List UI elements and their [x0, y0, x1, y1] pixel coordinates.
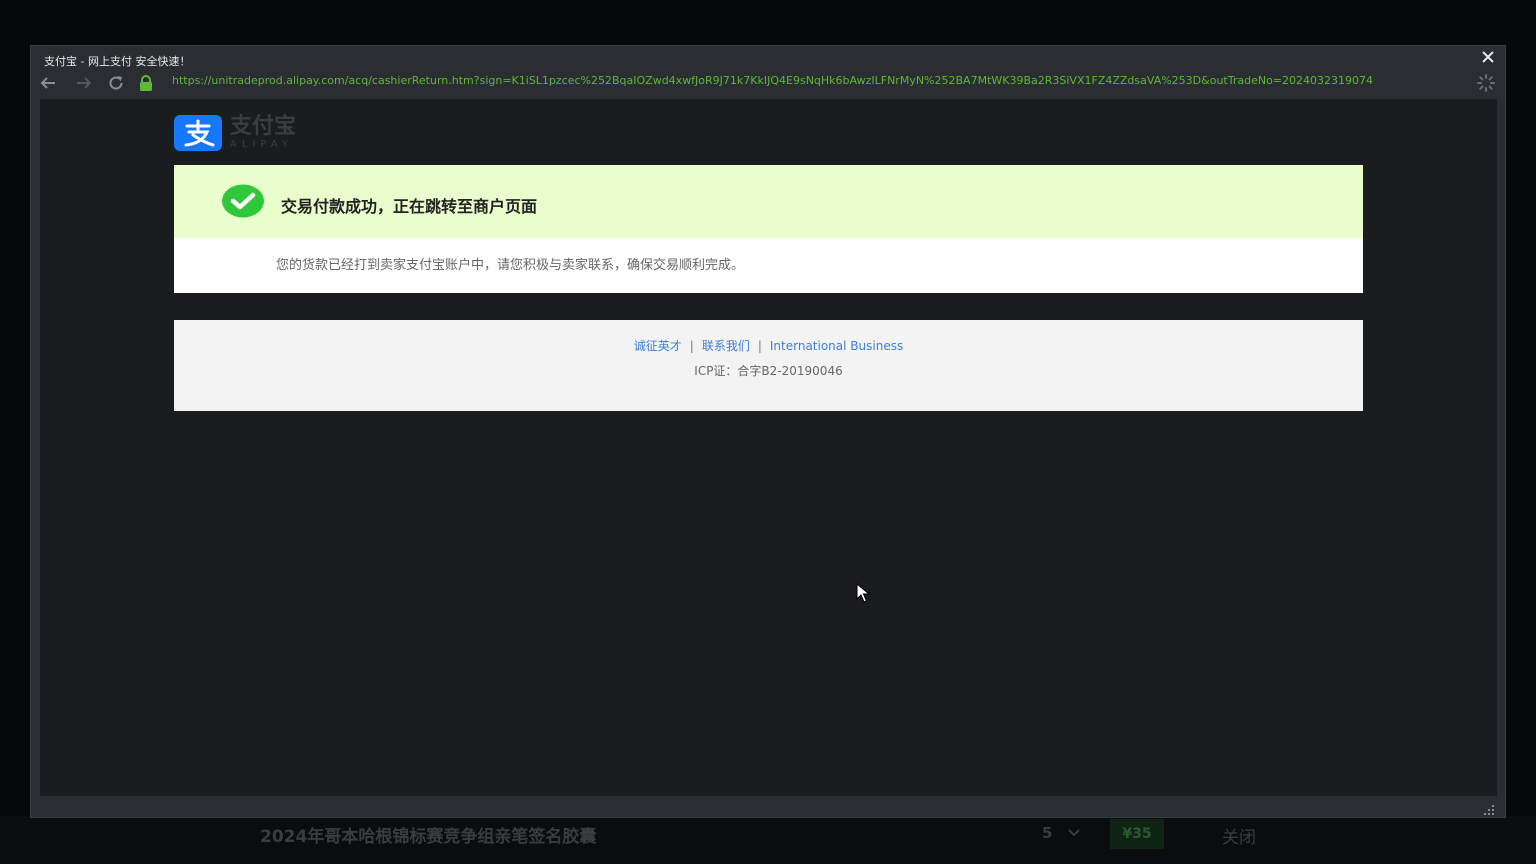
footer-link-international[interactable]: International Business: [770, 339, 903, 353]
alipay-logo: 支付宝 ALIPAY: [174, 113, 296, 153]
footer-link-contact[interactable]: 联系我们: [702, 339, 750, 353]
success-message: 您的货款已经打到卖家支付宝账户中，请您积极与卖家联系，确保交易顺利完成。: [276, 258, 745, 273]
success-header: 交易付款成功，正在跳转至商户页面: [174, 165, 1363, 238]
background-bottom-bar: [0, 816, 1536, 864]
background-close-button: 关闭: [1222, 828, 1256, 848]
page-viewport: 支付宝 ALIPAY 交易付款成功，正在跳转至商户页面 您的货款已经打到卖家支付…: [40, 99, 1497, 796]
window-title: 支付宝 - 网上支付 安全快速！: [44, 55, 191, 68]
lock-icon: [140, 75, 152, 91]
footer-link-careers[interactable]: 诚征英才: [634, 339, 682, 353]
navigation-bar: https://unitradeprod.alipay.com/acq/cash…: [31, 70, 1505, 98]
reload-icon: [109, 76, 123, 90]
secure-connection-indicator[interactable]: [135, 72, 157, 94]
page-footer: 诚征英才 | 联系我们 | International Business ICP证：合字…: [174, 320, 1363, 411]
logo-chinese-text: 支付宝: [230, 114, 297, 139]
background-product-title: 2024年哥本哈根锦标赛竞争组亲笔签名胶囊: [260, 827, 597, 847]
browser-popup-window: 支付宝 - 网上支付 安全快速！ https://unitradeprod.al…: [30, 45, 1506, 818]
payment-success-card: 交易付款成功，正在跳转至商户页面 您的货款已经打到卖家支付宝账户中，请您积极与卖…: [174, 165, 1363, 293]
resize-grip-icon[interactable]: [1483, 804, 1495, 816]
alipay-wordmark: 支付宝 ALIPAY: [230, 115, 296, 151]
arrow-right-icon: [77, 77, 92, 89]
background-quantity: 5: [1042, 824, 1053, 842]
mouse-cursor-icon: [856, 583, 871, 603]
background-price-button: ¥35: [1110, 819, 1164, 849]
icp-license: ICP证：合字B2-20190046: [694, 364, 843, 378]
loading-spinner-icon: [1477, 74, 1495, 92]
back-button[interactable]: [37, 72, 59, 94]
logo-english-text: ALIPAY: [230, 139, 293, 150]
chevron-down-icon: [1068, 829, 1080, 837]
footer-links: 诚征英才 | 联系我们 | International Business: [174, 337, 1363, 354]
alipay-logo-mark: [174, 115, 222, 151]
arrow-left-icon: [40, 77, 55, 89]
forward-button[interactable]: [73, 72, 95, 94]
close-icon[interactable]: [1481, 50, 1495, 64]
footer-separator: |: [689, 339, 694, 353]
success-title: 交易付款成功，正在跳转至商户页面: [281, 197, 538, 216]
address-bar-url[interactable]: https://unitradeprod.alipay.com/acq/cash…: [172, 74, 1472, 87]
check-circle-icon: [222, 184, 264, 218]
window-statusbar: [40, 796, 1497, 818]
alipay-icon: [184, 119, 215, 147]
window-titlebar: 支付宝 - 网上支付 安全快速！: [31, 46, 1505, 70]
reload-button[interactable]: [105, 72, 127, 94]
footer-separator: |: [757, 339, 762, 353]
